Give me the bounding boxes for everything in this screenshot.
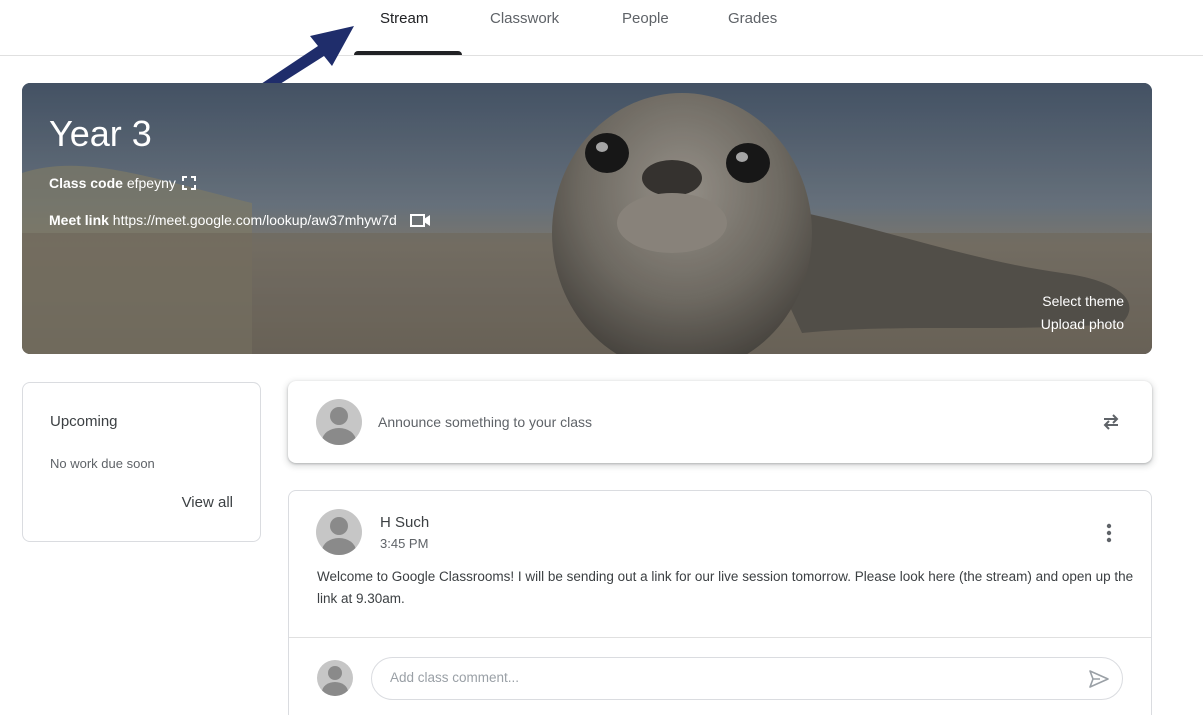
announce-card[interactable]: Announce something to your class [288,381,1152,463]
tab-grades[interactable]: Grades [728,10,777,56]
more-options-icon[interactable] [1101,521,1117,545]
announce-prompt[interactable]: Announce something to your class [378,414,592,430]
class-code-label: Class code [49,175,123,191]
tab-stream[interactable]: Stream [380,10,428,56]
class-title: Year 3 [49,113,152,154]
upcoming-empty-text: No work due soon [50,456,155,471]
avatar [316,399,362,445]
class-banner: Year 3 Class code efpeyny Meet link http… [22,83,1152,354]
class-code: Class code efpeyny [49,175,196,191]
video-camera-icon[interactable] [409,212,433,228]
view-all-link[interactable]: View all [182,494,233,511]
upcoming-card: Upcoming No work due soon View all [22,382,261,542]
meet-link-url[interactable]: https://meet.google.com/lookup/aw37mhyw7… [113,212,397,228]
avatar [316,509,362,555]
divider [289,637,1151,638]
repost-icon[interactable] [1100,411,1122,433]
avatar [317,660,353,696]
class-comment-field[interactable] [371,657,1123,700]
class-comment-input[interactable] [390,670,1070,685]
meet-link: Meet link https://meet.google.com/lookup… [49,212,433,228]
tab-classwork[interactable]: Classwork [490,10,559,56]
send-icon[interactable] [1088,669,1110,689]
stream-post: H Such 3:45 PM Welcome to Google Classro… [288,490,1152,715]
class-code-value: efpeyny [126,175,176,191]
upcoming-title: Upcoming [50,413,118,430]
tab-people[interactable]: People [622,10,669,56]
meet-link-label: Meet link [49,212,109,228]
upload-photo-link[interactable]: Upload photo [1041,316,1124,332]
post-body: Welcome to Google Classrooms! I will be … [317,569,1134,606]
post-author: H Such [380,514,430,531]
fullscreen-icon[interactable] [181,176,196,190]
post-time: 3:45 PM [380,536,429,551]
select-theme-link[interactable]: Select theme [1042,293,1124,309]
active-tab-indicator [354,51,462,55]
top-navigation: Stream Classwork People Grades [0,0,1203,56]
